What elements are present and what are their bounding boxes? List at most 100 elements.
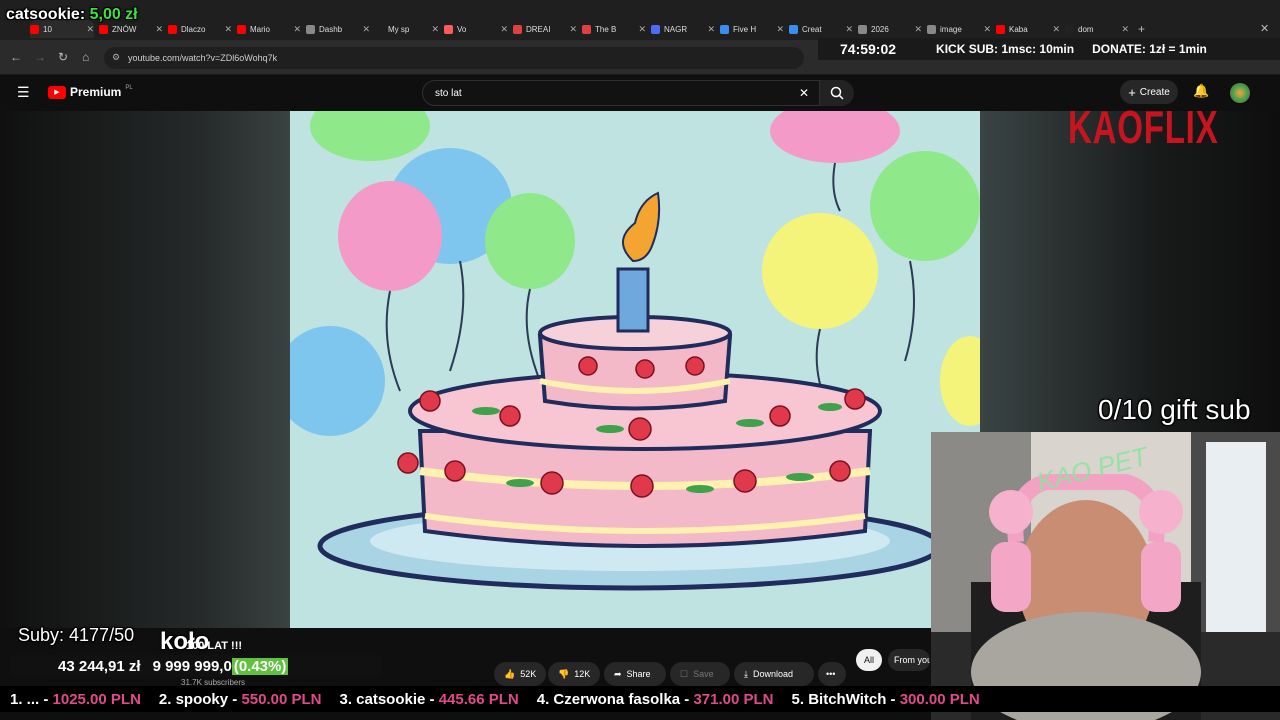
ticker-donor: 5. BitchWitch -	[791, 690, 900, 708]
tab-favicon-icon	[1065, 24, 1074, 34]
browser-tab[interactable]: Kaba ✕	[996, 20, 1060, 38]
search-button[interactable]	[820, 80, 854, 106]
tab-label: 2026	[871, 24, 889, 34]
bookmark-icon: ☐	[680, 668, 689, 679]
tab-label: Vo	[457, 24, 467, 34]
ticker-donor: 2. spooky -	[158, 690, 242, 708]
ticker-amount: 371.00 PLN	[693, 690, 774, 708]
tab-close-icon[interactable]: ✕	[293, 24, 301, 35]
browser-tab[interactable]: Five H ✕	[720, 20, 784, 38]
tab-label: Creat	[802, 24, 822, 34]
back-icon[interactable]: ←	[10, 50, 22, 64]
region-code: PL	[125, 85, 133, 91]
kick-sub-rate: KICK SUB: 1msc: 10min	[936, 42, 1075, 56]
browser-tab[interactable]: image ✕	[927, 20, 991, 38]
browser-tab[interactable]: Vo ✕	[444, 20, 508, 38]
search-value: sto lat	[435, 87, 462, 99]
tab-label: NAGR	[664, 24, 688, 34]
ticker-donor: 1. ... -	[10, 690, 53, 708]
tab-close-icon[interactable]: ✕	[707, 24, 715, 35]
tab-close-icon[interactable]: ✕	[431, 24, 439, 35]
video-ambient-left	[0, 111, 290, 628]
youtube-logo[interactable]: ▶ Premium PL	[48, 85, 133, 99]
account-avatar[interactable]	[1230, 83, 1250, 103]
site-info-icon[interactable]: ⚙	[112, 52, 120, 63]
webcam-feed: KAO PET	[931, 432, 1280, 720]
address-bar[interactable]: ⚙ youtube.com/watch?v=ZDl6oWohq7k	[104, 47, 804, 69]
dislike-count: 12K	[574, 669, 591, 679]
ticker-donor: 3. catsookie -	[339, 690, 439, 708]
tab-close-icon[interactable]: ✕	[362, 24, 370, 35]
tab-label: The B	[595, 24, 617, 34]
video-player[interactable]	[290, 111, 980, 628]
chip-from-label: From you	[894, 655, 930, 665]
more-actions-button[interactable]: •••	[818, 662, 846, 686]
tab-close-icon[interactable]: ✕	[1052, 24, 1060, 35]
subs-counter: Suby: 4177/50	[18, 625, 135, 645]
browser-tab[interactable]: Dlaczo ✕	[168, 20, 232, 38]
new-tab-button[interactable]: +	[1138, 22, 1145, 36]
tab-label: Kaba	[1009, 24, 1028, 34]
tab-favicon-icon	[306, 24, 315, 34]
tab-favicon-icon	[375, 24, 384, 34]
tab-close-icon[interactable]: ✕	[500, 24, 508, 35]
tab-close-icon[interactable]: ✕	[638, 24, 646, 35]
window-close-icon[interactable]: ✕	[1260, 22, 1269, 35]
tab-close-icon[interactable]: ✕	[224, 24, 232, 35]
browser-tab[interactable]: Dashb ✕	[306, 20, 370, 38]
home-icon[interactable]: ⌂	[82, 50, 89, 64]
tab-close-icon[interactable]: ✕	[1121, 24, 1129, 35]
tab-favicon-icon	[582, 24, 591, 34]
browser-tab[interactable]: DREAI ✕	[513, 20, 577, 38]
browser-tab[interactable]: Creat ✕	[789, 20, 853, 38]
tab-favicon-icon	[99, 24, 108, 34]
tab-favicon-icon	[513, 24, 522, 34]
ticker-entry: 1. ... - 1025.00 PLN	[10, 691, 141, 708]
menu-icon[interactable]: ☰	[17, 84, 30, 101]
timer-overlay: 74:59:02 KICK SUB: 1msc: 10min DONATE: 1…	[818, 38, 1280, 60]
browser-tab[interactable]: NAGR ✕	[651, 20, 715, 38]
browser-tab[interactable]: dom ✕	[1065, 20, 1129, 38]
search-input[interactable]: sto lat ✕	[422, 80, 820, 106]
tab-label: Dashb	[319, 24, 343, 34]
dislike-button[interactable]: 👎 12K	[548, 662, 600, 686]
notifications-bell-icon[interactable]: 🔔	[1193, 83, 1209, 99]
browser-tab[interactable]: 2026 ✕	[858, 20, 922, 38]
top-donor-name: catsookie:	[6, 6, 86, 23]
tab-label: ZNÓW	[112, 24, 137, 34]
goal-target: 9 999 999,0	[152, 657, 232, 675]
tab-close-icon[interactable]: ✕	[86, 24, 94, 35]
donor-ticker: 1. ... - 1025.00 PLN 2. spooky - 550.00 P…	[0, 686, 1280, 712]
ticker-entry: 2. spooky - 550.00 PLN	[159, 691, 322, 708]
tab-label: Dlaczo	[181, 24, 206, 34]
like-button[interactable]: 👍 52K	[494, 662, 546, 686]
chip-from-you[interactable]: From you	[888, 649, 930, 671]
reload-icon[interactable]: ↻	[58, 50, 68, 64]
forward-icon[interactable]: →	[34, 50, 46, 64]
plus-icon: +	[1128, 84, 1136, 100]
download-button[interactable]: ⤓ Download	[734, 662, 814, 686]
tab-close-icon[interactable]: ✕	[776, 24, 784, 35]
chip-all[interactable]: All	[856, 649, 883, 671]
url-text: youtube.com/watch?v=ZDl6oWohq7k	[128, 53, 278, 63]
save-button[interactable]: ☐ Save	[670, 662, 730, 686]
browser-tab[interactable]: The B ✕	[582, 20, 646, 38]
tab-favicon-icon	[720, 24, 729, 34]
browser-tab[interactable]: Mario ✕	[237, 20, 301, 38]
share-button[interactable]: ➦ Share	[604, 662, 666, 686]
donate-rate: DONATE: 1zł = 1min	[1092, 42, 1207, 56]
clear-search-icon[interactable]: ✕	[799, 86, 809, 100]
tab-label: DREAI	[526, 24, 551, 34]
donation-goal: 43 244,91 zł 9 999 999,0 (0.43%)	[10, 655, 382, 677]
logo-text: Premium	[70, 85, 122, 99]
ticker-amount: 300.00 PLN	[899, 690, 980, 708]
tab-close-icon[interactable]: ✕	[155, 24, 163, 35]
tab-close-icon[interactable]: ✕	[845, 24, 853, 35]
tab-close-icon[interactable]: ✕	[914, 24, 922, 35]
browser-tab[interactable]: My sp ✕	[375, 20, 439, 38]
tab-favicon-icon	[444, 24, 453, 34]
tab-close-icon[interactable]: ✕	[569, 24, 577, 35]
tab-favicon-icon	[30, 24, 39, 34]
tab-favicon-icon	[651, 24, 660, 34]
tab-close-icon[interactable]: ✕	[983, 24, 991, 35]
